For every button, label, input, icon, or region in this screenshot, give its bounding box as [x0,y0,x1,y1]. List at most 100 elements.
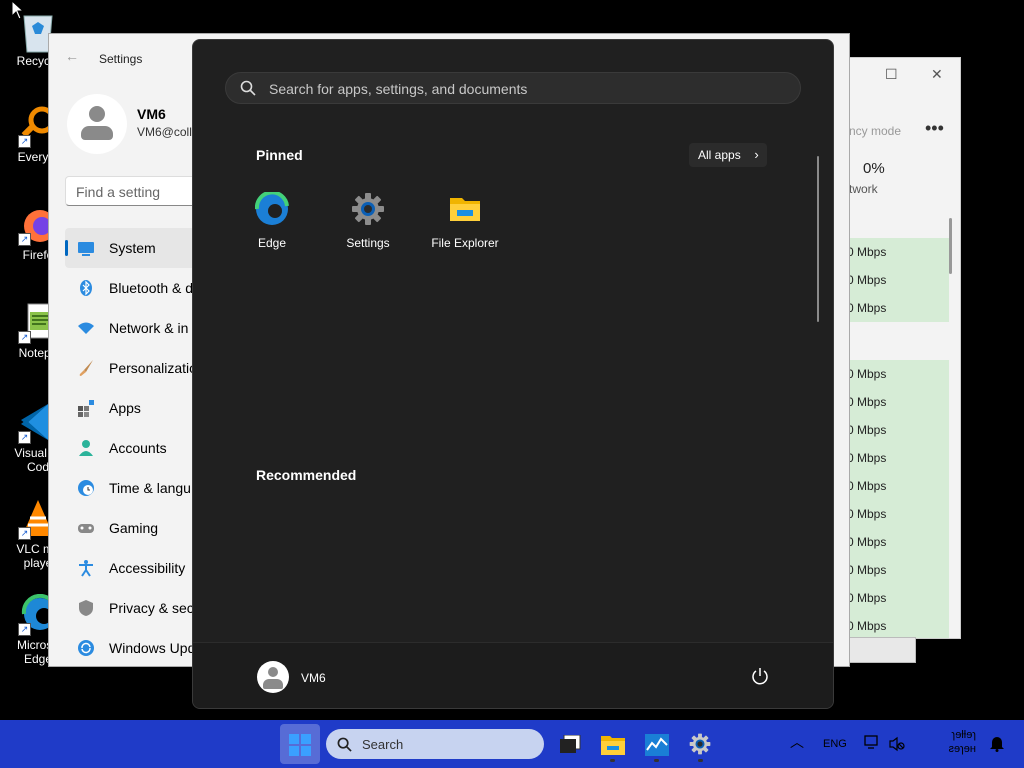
sidebar-item-label: Gaming [109,520,159,536]
folder-icon [601,736,625,755]
network-label: twork [849,182,878,196]
user-email: VM6@coll [137,125,192,139]
close-icon[interactable]: ✕ [931,66,943,83]
table-row[interactable] [839,202,949,238]
task-manager-icon [645,734,669,756]
sidebar-item-label: Accounts [109,440,167,456]
pinned-app-label: File Explorer [431,236,499,250]
table-row[interactable]: 0 Mbps [839,612,949,638]
running-indicator [610,759,615,762]
power-icon[interactable] [751,667,769,685]
table-row[interactable]: 0 Mbps [839,238,949,266]
running-indicator [654,759,659,762]
table-row[interactable]: 0 Mbps [839,266,949,294]
scrollbar[interactable] [949,218,952,274]
taskbar-search-placeholder: Search [362,737,404,752]
table-row[interactable]: 0 Mbps [839,416,949,444]
clock-time: ɿɘƚƚɘɿ [951,729,976,741]
table-row[interactable]: 0 Mbps [839,444,949,472]
table-row[interactable]: 0 Mbps [839,388,949,416]
table-row[interactable]: 0 Mbps [839,500,949,528]
taskbar-task-manager[interactable] [636,724,676,764]
pinned-app-edge[interactable]: Edge [224,190,320,250]
chevron-right-icon: › [754,147,759,162]
network-icon [78,322,94,334]
efficiency-mode-label[interactable]: ncy mode [849,124,901,138]
avatar[interactable] [67,94,127,154]
shortcut-arrow-icon: ↗ [18,431,31,444]
shortcut-arrow-icon: ↗ [18,527,31,540]
clock[interactable]: ɿɘƚƚɘɿ ƨɘɿɘʜ [920,728,976,756]
start-user-name[interactable]: VM6 [301,671,326,685]
recommended-heading: Recommended [256,467,357,483]
windows-logo-icon [289,734,311,756]
sidebar-item-label: System [109,240,156,256]
window-edge [848,637,916,663]
settings-gear-icon [351,192,385,226]
table-row[interactable]: 0 Mbps [839,584,949,612]
back-arrow-icon[interactable]: ← [65,48,79,64]
sidebar-item-label: Bluetooth & d [109,280,194,296]
table-row[interactable]: 0 Mbps [839,556,949,584]
process-list: 0 Mbps 0 Mbps 0 Mbps 0 Mbps 0 Mbps 0 Mbp… [839,202,949,638]
shortcut-arrow-icon: ↗ [18,135,31,148]
taskbar-file-explorer[interactable] [592,724,632,764]
network-column-header[interactable]: 0% twork [849,158,949,202]
network-percent: 0% [863,160,885,177]
gaming-icon [78,524,94,533]
search-placeholder: Search for apps, settings, and documents [269,81,528,97]
system-icon [78,242,94,256]
table-row[interactable]: 0 Mbps [839,528,949,556]
start-button[interactable] [280,724,320,764]
avatar[interactable] [257,661,289,693]
mouse-cursor-icon [11,0,23,20]
sidebar-item-label: Network & in [109,320,189,336]
search-icon [337,737,352,752]
shortcut-arrow-icon: ↗ [18,233,31,246]
table-row[interactable]: 0 Mbps [839,472,949,500]
scrollbar[interactable] [817,156,819,322]
pinned-heading: Pinned [256,147,303,163]
taskbar-task-view[interactable] [550,724,590,764]
title-bar[interactable]: ☐ ✕ [839,58,960,102]
table-row[interactable]: 0 Mbps [839,360,949,388]
maximize-icon[interactable]: ☐ [885,66,898,83]
start-search-input[interactable]: Search for apps, settings, and documents [225,72,801,104]
pinned-app-settings[interactable]: Settings [320,190,416,250]
user-name: VM6 [137,106,166,122]
privacy-icon [79,600,93,616]
folder-icon [448,192,482,226]
pinned-app-label: Settings [346,236,390,250]
sidebar-item-label: Time & langu [109,480,191,496]
taskbar-search-input[interactable]: Search [326,729,544,759]
language-indicator[interactable]: ENG [823,738,847,750]
taskbar-settings[interactable] [680,724,720,764]
start-menu[interactable]: Search for apps, settings, and documents… [192,39,834,709]
time-language-icon [78,480,94,496]
chevron-up-icon[interactable]: ︿ [790,732,804,752]
sidebar-item-label: Personalizatio [109,360,197,376]
toolbar: ncy mode ••• [839,102,960,158]
sidebar-item-label: Accessibility [109,560,186,576]
task-manager-window[interactable]: ☐ ✕ ncy mode ••• 0% twork 0 Mbps 0 Mbps … [838,57,961,639]
pinned-app-file-explorer[interactable]: File Explorer [417,190,513,250]
settings-gear-icon [689,733,711,755]
taskbar: Search ︿ ENG ɿɘƚƚɘɿ ƨɘɿɘʜ [0,720,1024,768]
volume-muted-icon[interactable] [888,736,906,752]
personalization-icon [79,360,93,376]
notification-bell-icon[interactable] [988,734,1006,752]
all-apps-label: All apps [698,148,741,162]
pinned-app-label: Edge [257,236,287,250]
table-row[interactable] [839,322,949,360]
network-tray-icon[interactable] [864,734,882,752]
all-apps-button[interactable]: All apps › [689,143,767,167]
sidebar-item-label: Privacy & secu [109,600,202,616]
table-row[interactable]: 0 Mbps [839,294,949,322]
windows-update-icon [78,640,94,656]
more-options-icon[interactable]: ••• [925,118,944,139]
sidebar-item-label: Apps [109,400,141,416]
clock-date: ƨɘɿɘʜ [948,743,976,755]
search-icon [240,80,256,96]
edge-icon [254,190,289,226]
window-title: Settings [99,52,143,66]
